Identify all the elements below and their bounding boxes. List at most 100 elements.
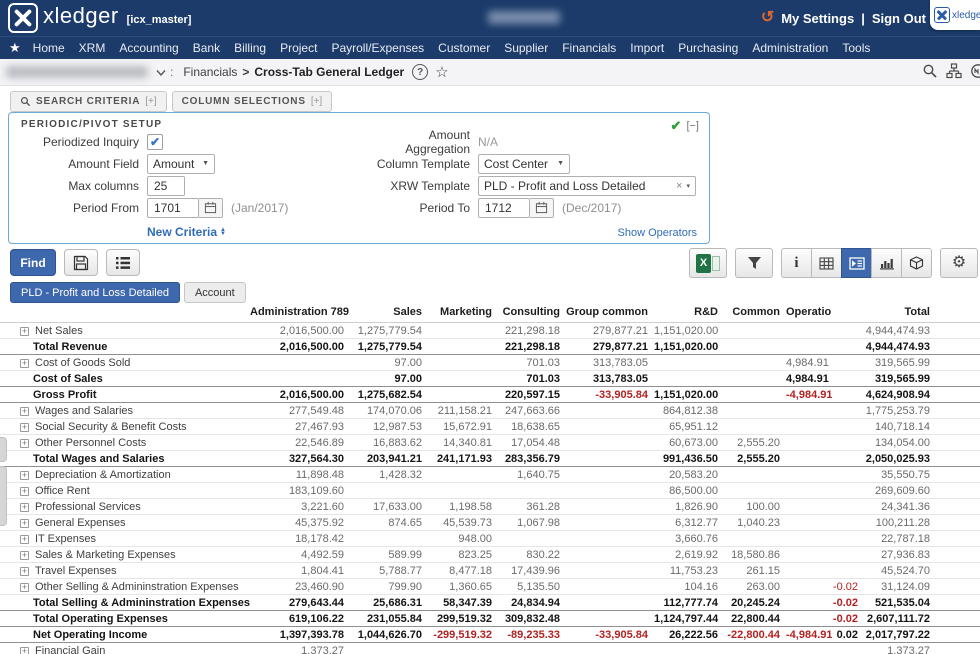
find-button[interactable]: Find xyxy=(10,249,56,276)
chevron-down-icon[interactable] xyxy=(156,66,166,80)
amount-cell: 4,492.59 xyxy=(250,547,350,563)
expand-row-icon[interactable]: + xyxy=(20,503,29,512)
export-excel-button[interactable]: X xyxy=(689,248,727,278)
expand-row-icon[interactable]: + xyxy=(20,567,29,576)
amount-cell xyxy=(786,515,832,531)
amount-cell: 86,500.00 xyxy=(654,483,724,499)
expand-row-icon[interactable]: + xyxy=(20,551,29,560)
amount-cell: 1,198.58 xyxy=(428,499,498,515)
help-icon[interactable]: ? xyxy=(412,64,428,80)
nav-item-purchasing[interactable]: Purchasing xyxy=(678,41,738,55)
expand-row-icon[interactable]: + xyxy=(20,327,29,336)
collapse-panel-button[interactable]: [−] xyxy=(686,120,699,132)
nav-item-import[interactable]: Import xyxy=(630,41,664,55)
amount-cell: 1,373.27 xyxy=(864,643,936,654)
tab-pld-profit-and-loss[interactable]: PLD - Profit and Loss Detailed xyxy=(10,282,180,303)
cube-view-button[interactable] xyxy=(901,248,932,278)
max-columns-input[interactable]: 25 xyxy=(147,176,185,196)
chevron-down-icon[interactable]: ▾ xyxy=(686,182,690,190)
clear-icon[interactable]: × xyxy=(676,180,682,192)
my-settings-link[interactable]: My Settings xyxy=(781,11,854,26)
column-template-select[interactable]: Cost Center▼ xyxy=(478,154,570,174)
nav-item-tools[interactable]: Tools xyxy=(842,41,870,55)
expand-row-icon[interactable]: + xyxy=(20,471,29,480)
nav-item-xrm[interactable]: XRM xyxy=(79,41,106,55)
expand-row-icon[interactable]: + xyxy=(20,519,29,528)
info-view-button[interactable]: i xyxy=(781,248,812,278)
grid-view-button[interactable] xyxy=(811,248,842,278)
amount-cell: 361.28 xyxy=(498,499,566,515)
row-label: +IT Expenses xyxy=(0,531,250,547)
show-operators-link[interactable]: Show Operators xyxy=(618,227,697,239)
search-criteria-expand: [+] xyxy=(145,96,156,107)
nav-item-project[interactable]: Project xyxy=(280,41,317,55)
row-label: Net Operating Income xyxy=(0,627,250,643)
history-icon[interactable]: ↺ xyxy=(761,10,774,26)
info-icon: i xyxy=(794,255,798,272)
action-bar: Find X i xyxy=(0,244,980,281)
nav-item-bank[interactable]: Bank xyxy=(193,41,220,55)
nav-item-payroll-expenses[interactable]: Payroll/Expenses xyxy=(331,41,424,55)
amount-cell: 18,580.86 xyxy=(724,547,786,563)
amount-field-select[interactable]: Amount▼ xyxy=(147,154,215,174)
amount-cell: 12,987.53 xyxy=(350,419,428,435)
table-row: +Office Rent183,109.6086,500.00269,609.6… xyxy=(0,483,980,499)
expand-row-icon[interactable]: + xyxy=(20,423,29,432)
amount-cell: 183,109.60 xyxy=(250,483,350,499)
calendar-icon[interactable] xyxy=(199,198,223,218)
clipped-edge-icon[interactable] xyxy=(970,63,980,82)
amount-cell: 140,718.14 xyxy=(864,419,936,435)
search-criteria-tab[interactable]: SEARCH CRITERIA [+] xyxy=(10,91,167,112)
filter-button[interactable] xyxy=(735,248,773,278)
period-from-input[interactable]: 1701 xyxy=(147,198,199,218)
new-criteria-link[interactable]: New Criteria ▲▼ xyxy=(147,225,226,239)
period-from-hint: (Jan/2017) xyxy=(231,201,288,215)
amount-cell xyxy=(724,355,786,371)
nav-item-administration[interactable]: Administration xyxy=(752,41,828,55)
sitemap-icon[interactable] xyxy=(946,63,962,82)
save-button[interactable] xyxy=(64,249,98,276)
settings-button[interactable]: ⚙ xyxy=(940,248,978,278)
column-selections-tab[interactable]: COLUMN SELECTIONS [+] xyxy=(172,91,333,112)
amount-cell xyxy=(786,643,832,654)
nav-item-financials[interactable]: Financials xyxy=(562,41,616,55)
breadcrumb-section[interactable]: Financials xyxy=(183,65,237,79)
expand-row-icon[interactable]: + xyxy=(20,359,29,368)
favorites-star-icon[interactable]: ★ xyxy=(9,40,21,56)
nav-item-supplier[interactable]: Supplier xyxy=(504,41,548,55)
left-panel-toggle[interactable] xyxy=(0,437,7,462)
amount-cell xyxy=(832,563,864,579)
left-scrollbar-thumb[interactable] xyxy=(0,466,7,526)
expand-row-icon[interactable]: + xyxy=(20,535,29,544)
favorite-page-star-icon[interactable]: ☆ xyxy=(435,63,448,81)
periodized-inquiry-checkbox[interactable]: ✔ xyxy=(147,134,163,150)
amount-cell: 0.02 xyxy=(832,627,864,643)
xrw-template-combo[interactable]: PLD - Profit and Loss Detailed × ▾ xyxy=(478,176,696,196)
nav-item-home[interactable]: Home xyxy=(33,41,65,55)
amount-cell xyxy=(428,371,498,387)
list-options-button[interactable] xyxy=(106,249,140,276)
amount-cell: 327,564.30 xyxy=(250,451,350,467)
pivot-view-button-active[interactable] xyxy=(841,248,872,278)
nav-item-billing[interactable]: Billing xyxy=(234,41,266,55)
period-to-input[interactable]: 1712 xyxy=(478,198,530,218)
expand-row-icon[interactable]: + xyxy=(20,487,29,496)
amount-cell xyxy=(786,563,832,579)
xledger-corner-card[interactable]: xledge xyxy=(930,0,980,30)
calendar-icon[interactable] xyxy=(530,198,554,218)
expand-row-icon[interactable]: + xyxy=(20,439,29,448)
nav-item-accounting[interactable]: Accounting xyxy=(119,41,178,55)
amount-cell: 1,040.23 xyxy=(724,515,786,531)
nav-item-customer[interactable]: Customer xyxy=(438,41,490,55)
chart-view-button[interactable] xyxy=(871,248,902,278)
periodic-pivot-panel: PERIODIC/PIVOT SETUP ✔ [−] Periodized In… xyxy=(8,112,710,244)
expand-row-icon[interactable]: + xyxy=(20,407,29,416)
tab-account[interactable]: Account xyxy=(184,282,246,303)
xledger-logo[interactable]: xledger [icx_master] xyxy=(8,3,191,33)
row-label: +General Expenses xyxy=(0,515,250,531)
sign-out-link[interactable]: Sign Out xyxy=(872,11,926,26)
expand-row-icon[interactable]: + xyxy=(20,647,29,654)
amount-cell: 4,944,474.93 xyxy=(864,323,936,339)
expand-row-icon[interactable]: + xyxy=(20,583,29,592)
search-icon[interactable] xyxy=(922,63,938,82)
